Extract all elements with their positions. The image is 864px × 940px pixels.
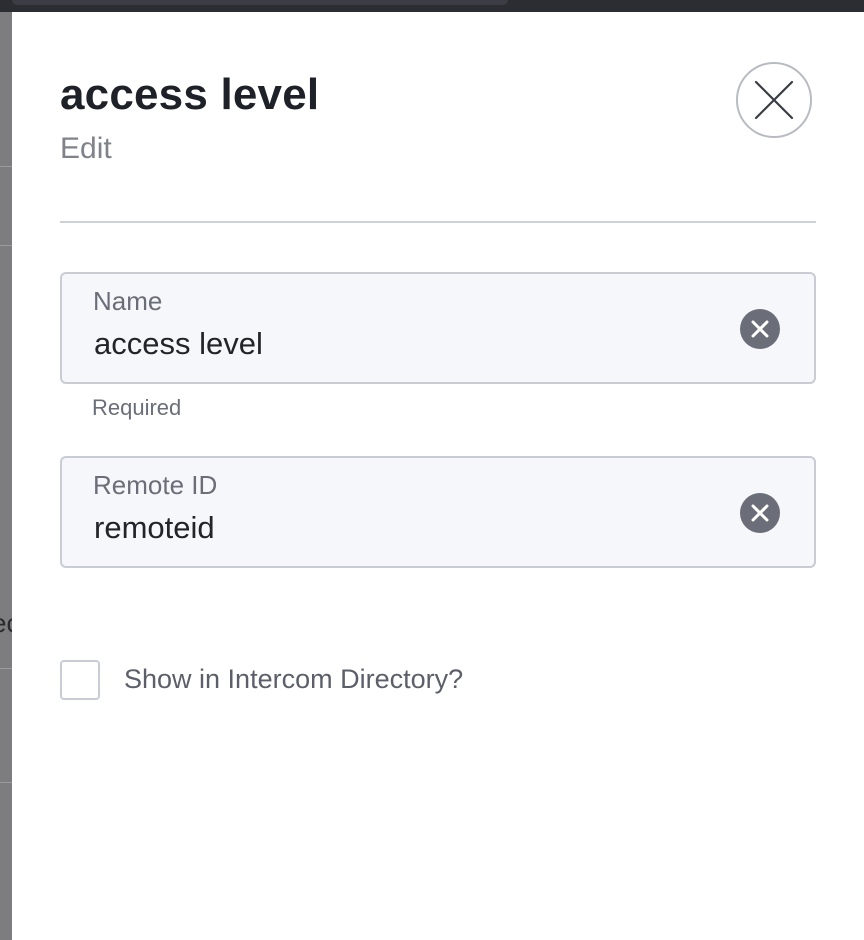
header-divider: [60, 221, 816, 223]
panel-title: access level: [60, 70, 320, 119]
remote-id-input[interactable]: remoteid: [94, 510, 215, 546]
remote-id-field[interactable]: Remote ID remoteid: [60, 456, 816, 568]
clear-name-button[interactable]: [740, 309, 780, 349]
close-button[interactable]: [736, 62, 812, 138]
remote-id-field-label: Remote ID: [93, 470, 218, 500]
name-field-label: Name: [93, 286, 163, 316]
edit-panel: access level Edit Name access level Requ…: [12, 12, 864, 940]
name-helper-text: Required: [92, 395, 182, 420]
close-icon: [754, 80, 794, 120]
panel-subtitle: Edit: [60, 132, 112, 165]
name-input[interactable]: access level: [94, 326, 263, 362]
background-divider: [0, 245, 12, 246]
intercom-directory-label[interactable]: Show in Intercom Directory?: [124, 664, 463, 695]
intercom-directory-checkbox[interactable]: [60, 660, 100, 700]
clear-circle-icon: [751, 504, 769, 522]
clear-circle-icon: [751, 320, 769, 338]
top-bar-tab: [12, 0, 508, 5]
top-bar: [0, 0, 864, 12]
background-divider: [0, 782, 12, 783]
background-divider: [0, 166, 12, 167]
name-field[interactable]: Name access level: [60, 272, 816, 384]
background-divider: [0, 668, 12, 669]
clear-remote-id-button[interactable]: [740, 493, 780, 533]
background-text-fragment: ec: [0, 608, 12, 639]
